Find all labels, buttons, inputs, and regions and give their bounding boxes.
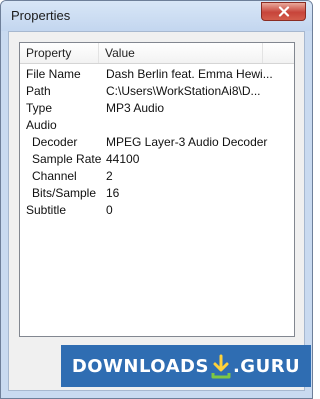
property-name: Bits/Sample: [32, 186, 97, 200]
list-item[interactable]: Subtitle 0: [20, 202, 294, 219]
property-name: Audio: [26, 118, 57, 132]
column-header-property[interactable]: Property: [20, 43, 99, 63]
watermark-text-right: .GURU: [232, 355, 301, 377]
close-icon: [278, 6, 290, 17]
title-bar[interactable]: Properties: [1, 1, 312, 31]
property-name: Channel: [32, 169, 77, 183]
property-name: Decoder: [32, 135, 78, 149]
list-rows: File Name Dash Berlin feat. Emma Hewi... P…: [20, 66, 294, 219]
list-item[interactable]: Audio: [20, 117, 294, 134]
property-value: 44100: [106, 152, 140, 166]
list-item[interactable]: Path C:\Users\WorkStationAi8\D...: [20, 83, 294, 100]
list-item[interactable]: Type MP3 Audio: [20, 100, 294, 117]
property-name: Type: [26, 101, 53, 115]
dialog-client-area: Property Value File Name Dash Berlin feat…: [8, 31, 305, 391]
property-value: 2: [106, 169, 113, 183]
property-value: MP3 Audio: [106, 101, 165, 115]
property-value: 16: [106, 186, 120, 200]
watermark-text-left: DOWNLOADS: [71, 355, 209, 377]
property-value: C:\Users\WorkStationAi8\D...: [106, 84, 261, 98]
property-value: 0: [106, 203, 113, 217]
property-value: Dash Berlin feat. Emma Hewi...: [106, 67, 273, 81]
list-header: Property Value: [20, 43, 294, 64]
close-button[interactable]: [261, 2, 306, 21]
properties-list[interactable]: Property Value File Name Dash Berlin feat…: [19, 42, 295, 337]
list-item[interactable]: File Name Dash Berlin feat. Emma Hewi...: [20, 66, 294, 83]
property-name: Sample Rate: [32, 152, 102, 166]
list-item[interactable]: Sample Rate 44100: [20, 151, 294, 168]
list-item[interactable]: Channel 2: [20, 168, 294, 185]
list-item[interactable]: Decoder MPEG Layer-3 Audio Decoder: [20, 134, 294, 151]
property-name: Path: [26, 84, 51, 98]
property-value: MPEG Layer-3 Audio Decoder: [106, 135, 268, 149]
window-title: Properties: [11, 8, 71, 23]
property-name: File Name: [26, 67, 81, 81]
download-arrow-icon: [210, 354, 232, 380]
property-name: Subtitle: [26, 203, 67, 217]
watermark: DOWNLOADS .GURU: [61, 345, 311, 387]
column-header-value[interactable]: Value: [99, 43, 263, 63]
list-item[interactable]: Bits/Sample 16: [20, 185, 294, 202]
properties-window: Properties Property Value File Name Dash …: [0, 0, 313, 399]
